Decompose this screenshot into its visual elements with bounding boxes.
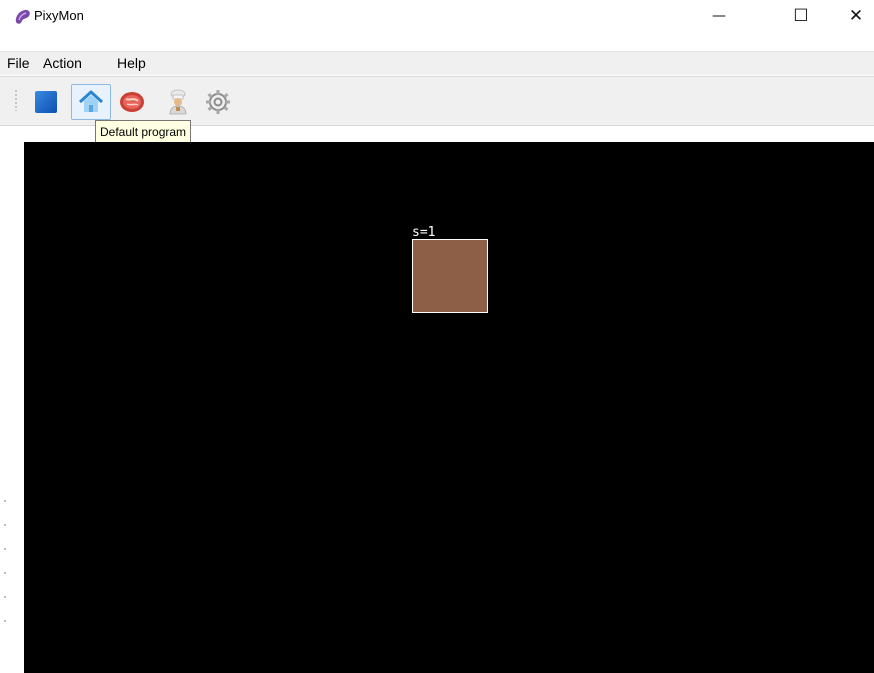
toolbar-grip-handle[interactable] xyxy=(14,89,18,111)
maximize-icon: ☐ xyxy=(793,6,809,26)
toolbar xyxy=(0,76,874,126)
menu-help[interactable]: Help xyxy=(117,55,146,71)
close-button[interactable]: ✕ xyxy=(838,0,874,32)
block-signature-label: s=1 xyxy=(412,225,436,240)
menu-bar: File Action Help xyxy=(0,51,874,75)
menu-file[interactable]: File xyxy=(7,55,30,71)
detected-block xyxy=(412,239,488,313)
minimize-button[interactable]: — xyxy=(696,0,742,32)
window-title: PixyMon xyxy=(34,8,84,23)
close-icon: ✕ xyxy=(848,6,864,26)
toolbar-button-default-program[interactable] xyxy=(71,84,111,120)
steak-icon xyxy=(120,92,144,112)
video-display[interactable]: s=1 xyxy=(24,142,874,673)
gear-icon xyxy=(206,90,230,114)
pixymon-app-icon xyxy=(15,9,30,24)
tooltip-default-program: Default program xyxy=(95,120,192,144)
minimize-icon: — xyxy=(712,8,726,24)
toolbar-button-chef[interactable] xyxy=(160,85,196,119)
toolbar-button-cooked[interactable] xyxy=(114,85,150,119)
title-bar: PixyMon — ☐ ✕ xyxy=(0,0,874,32)
blue-square-icon xyxy=(35,91,57,113)
chef-icon xyxy=(169,89,187,115)
toolbar-button-settings[interactable] xyxy=(200,85,236,119)
maximize-button[interactable]: ☐ xyxy=(778,0,824,32)
menu-action[interactable]: Action xyxy=(43,55,82,71)
home-icon xyxy=(78,90,104,112)
toolbar-button-video[interactable] xyxy=(28,85,64,119)
window-resize-edge[interactable] xyxy=(4,500,6,630)
